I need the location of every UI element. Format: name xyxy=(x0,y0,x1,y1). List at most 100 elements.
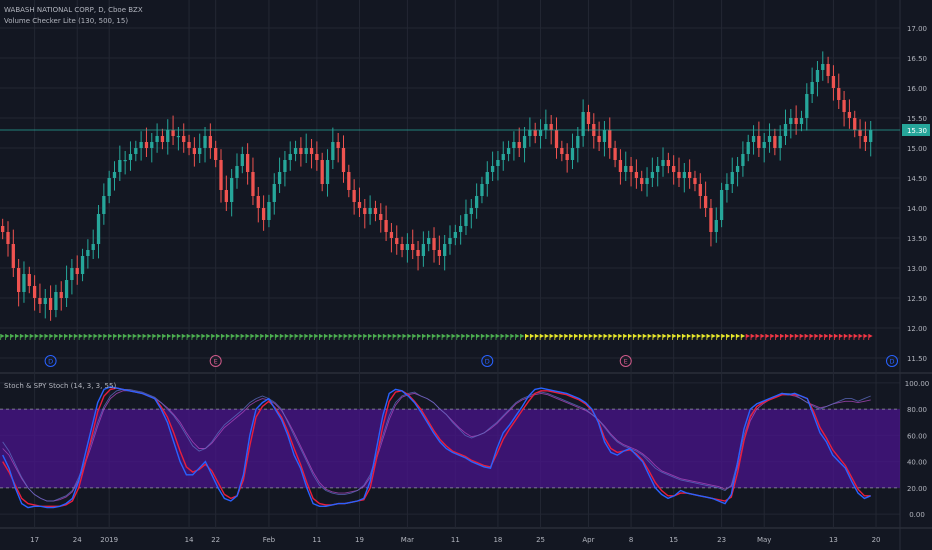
volume-flag xyxy=(177,334,182,338)
volume-flag xyxy=(285,334,290,338)
volume-flag xyxy=(348,334,353,338)
candle-body xyxy=(224,190,228,202)
volume-flag xyxy=(814,334,819,338)
volume-flag xyxy=(373,334,378,338)
volume-flag xyxy=(868,334,873,338)
volume-flag xyxy=(432,334,437,338)
candle-body xyxy=(437,250,441,256)
candle-body xyxy=(363,208,367,214)
volume-flag xyxy=(93,334,98,338)
candle-body xyxy=(102,196,106,214)
volume-flag xyxy=(15,334,20,338)
candle-body xyxy=(315,154,319,160)
candle-body xyxy=(869,130,873,142)
dividend-marker-label: D xyxy=(890,358,895,366)
candle-body xyxy=(80,256,85,274)
candle-body xyxy=(144,142,149,148)
volume-flag xyxy=(829,334,834,338)
x-axis-label: 17 xyxy=(30,536,39,544)
volume-flag xyxy=(711,334,716,338)
symbol-title[interactable]: WABASH NATIONAL CORP, D, Cboe BZX xyxy=(4,6,143,14)
candle-body xyxy=(640,178,644,184)
volume-flag xyxy=(334,334,339,338)
candle-body xyxy=(544,124,548,130)
volume-flag xyxy=(525,334,530,338)
volume-flag xyxy=(10,334,15,338)
x-axis-label: 11 xyxy=(312,536,321,544)
volume-flag xyxy=(412,334,417,338)
volume-flag xyxy=(167,334,172,338)
candle-body xyxy=(634,172,639,178)
volume-flag xyxy=(510,334,515,338)
candle-body xyxy=(672,166,676,172)
volume-flag xyxy=(388,334,393,338)
volume-indicator-title[interactable]: Volume Checker Lite (130, 500, 15) xyxy=(4,17,128,25)
candle-body xyxy=(384,220,388,232)
volume-flag xyxy=(476,334,481,338)
x-axis-label: Mar xyxy=(401,536,414,544)
candle-body xyxy=(624,166,628,172)
volume-flag xyxy=(437,334,442,338)
candle-body xyxy=(320,160,324,184)
candle-body xyxy=(427,238,431,244)
candle-body xyxy=(549,124,553,130)
chart-canvas[interactable]: D E D E D 17.00 16.50 16.00 15.50 15.00 14.50 14.0… xyxy=(0,0,932,550)
volume-flag xyxy=(245,334,250,338)
candle-body xyxy=(735,166,740,172)
candle-body xyxy=(719,190,724,220)
candle-body xyxy=(608,130,612,148)
candle-body xyxy=(379,214,383,220)
volume-flag xyxy=(196,334,201,338)
candle-body xyxy=(533,130,537,136)
candle-body xyxy=(602,130,607,142)
candle-body xyxy=(506,148,511,154)
volume-flag xyxy=(849,334,854,338)
volume-flag xyxy=(780,334,785,338)
volume-flag xyxy=(692,334,697,338)
candle-body xyxy=(325,160,330,184)
volume-flag xyxy=(461,334,466,338)
volume-flag xyxy=(103,334,108,338)
volume-flag xyxy=(701,334,706,338)
price-candles xyxy=(0,51,900,321)
candle-body xyxy=(395,238,399,244)
volume-flag xyxy=(378,334,383,338)
volume-flag xyxy=(486,334,491,338)
candle-body xyxy=(6,232,10,244)
x-axis-label: 8 xyxy=(629,536,633,544)
volume-flag xyxy=(123,334,128,338)
volume-flag xyxy=(128,334,133,338)
volume-flag xyxy=(324,334,329,338)
candle-body xyxy=(815,70,820,82)
dividend-marker-label: D xyxy=(48,358,53,366)
candle-body xyxy=(267,202,271,220)
earnings-markers[interactable]: DEDED xyxy=(44,355,899,367)
volume-flag xyxy=(853,334,858,338)
volume-flag xyxy=(672,334,677,338)
volume-flag xyxy=(88,334,93,338)
volume-flag xyxy=(407,334,412,338)
volume-flag xyxy=(579,334,584,338)
dividend-marker-label: D xyxy=(485,358,490,366)
candle-body xyxy=(112,172,117,178)
stoch-indicator-title[interactable]: Stoch & SPY Stoch (14, 3, 3, 55) xyxy=(4,382,116,390)
candle-body xyxy=(464,214,468,226)
volume-flag xyxy=(662,334,667,338)
earnings-marker-label: E xyxy=(214,358,218,366)
volume-flag xyxy=(765,334,770,338)
volume-flag xyxy=(800,334,805,338)
x-axis-label: 14 xyxy=(185,536,194,544)
volume-flag xyxy=(422,334,427,338)
volume-flag xyxy=(731,334,736,338)
volume-flag xyxy=(162,334,167,338)
volume-flag xyxy=(397,334,402,338)
candle-body xyxy=(240,154,244,166)
volume-flag xyxy=(545,334,550,338)
candle-body xyxy=(687,172,692,178)
volume-flag xyxy=(785,334,790,338)
candle-body xyxy=(331,142,335,160)
volume-flag xyxy=(309,334,314,338)
volume-flag xyxy=(549,334,554,338)
volume-flag xyxy=(59,334,64,338)
volume-flag xyxy=(741,334,746,338)
